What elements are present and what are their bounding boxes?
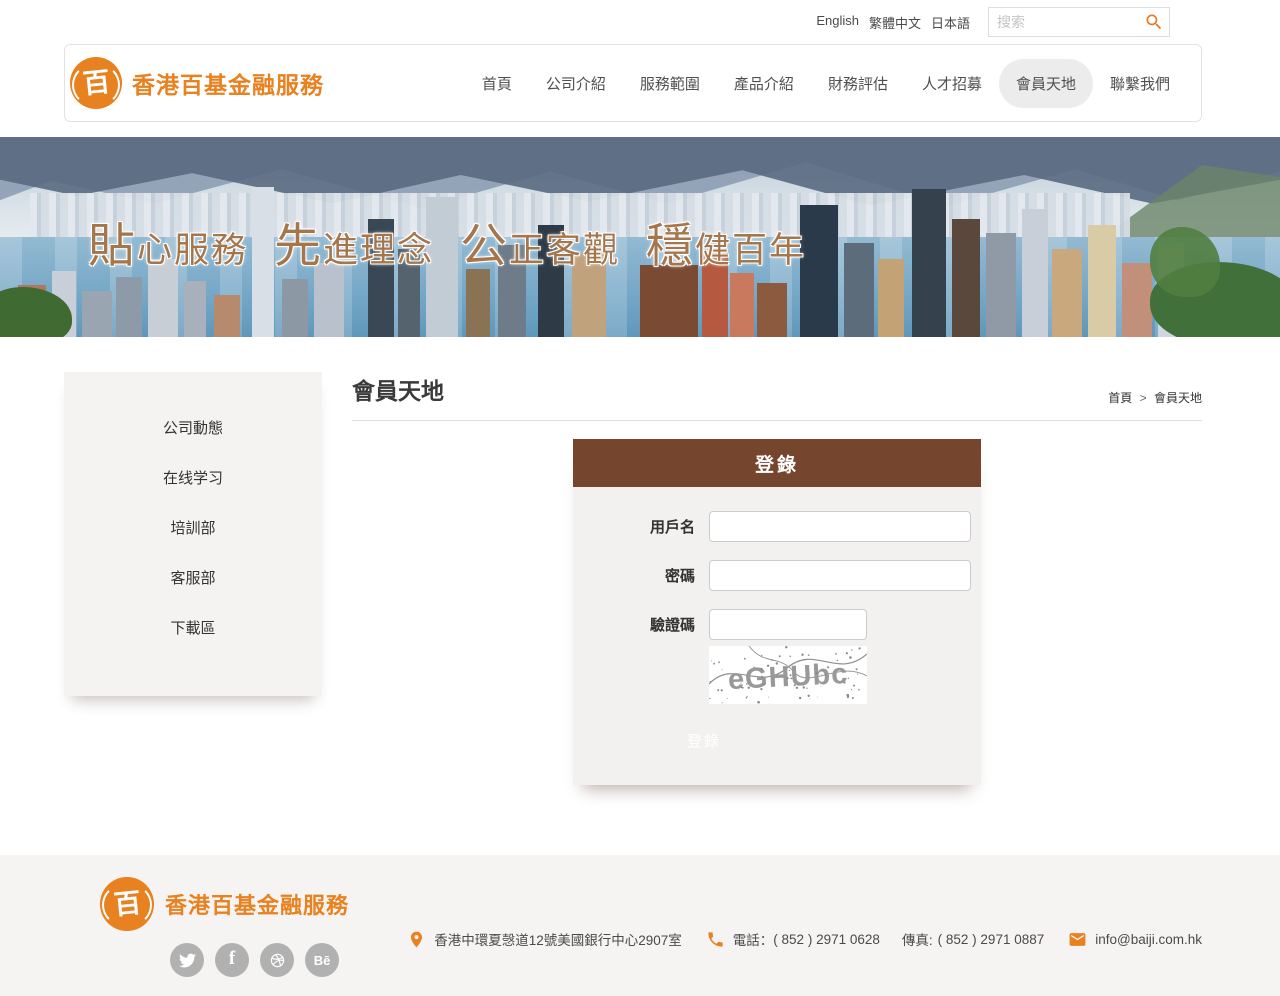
email-icon <box>1068 930 1087 949</box>
nav-home[interactable]: 首頁 <box>465 59 529 108</box>
login-submit-button[interactable]: 登錄 <box>687 730 721 751</box>
svg-text:eGHUbc: eGHUbc <box>727 658 849 696</box>
footer-phone: ( 852 ) 2971 0628 <box>773 932 880 947</box>
hero-banner: 貼心服務 先進理念 公正客觀 穩健百年 <box>0 137 1280 337</box>
login-panel-header: 登錄 <box>573 439 981 487</box>
footer-address: 香港中環夏愨道12號美國銀行中心2907室 <box>434 929 682 949</box>
footer-fax: ( 852 ) 2971 0887 <box>938 932 1045 947</box>
footer-brand-name: 香港百基金融服務 <box>165 888 349 920</box>
page-title: 會員天地 <box>352 372 444 406</box>
footer-logo-glyph: 百 <box>112 889 142 919</box>
nav-financial-assessment[interactable]: 財務評估 <box>811 59 905 108</box>
content-section: 會員天地 首頁 > 會員天地 登錄 用戶名 密碼 驗證碼 <box>352 372 1202 785</box>
social-links: f Bē <box>170 943 339 977</box>
location-pin-icon <box>407 930 426 949</box>
username-input[interactable] <box>709 511 971 542</box>
footer-fax-label: 傳真: <box>902 929 933 949</box>
footer: 百 香港百基金融服務 f Bē 香港中環夏愨道12號美國銀行中心2907室 電話… <box>0 855 1280 996</box>
twitter-icon[interactable] <box>170 943 204 977</box>
sidebar-item-training-dept[interactable]: 培訓部 <box>64 502 322 552</box>
nav-service-scope[interactable]: 服務範圍 <box>623 59 717 108</box>
footer-email[interactable]: info@baiji.com.hk <box>1095 932 1202 947</box>
captcha-row: 驗證碼 <box>573 609 981 640</box>
username-label: 用戶名 <box>573 516 695 537</box>
dribbble-icon[interactable] <box>260 943 294 977</box>
breadcrumb-home[interactable]: 首頁 <box>1108 391 1132 405</box>
top-bar: English 繁體中文 日本語 <box>0 0 1280 44</box>
nav-contact-us[interactable]: 聯繫我們 <box>1093 59 1187 108</box>
captcha-label: 驗證碼 <box>573 614 695 635</box>
breadcrumb-separator: > <box>1140 391 1147 405</box>
footer-brand-logo[interactable]: 百 香港百基金融服務 <box>100 877 349 931</box>
brand-logo-icon: 百 <box>70 57 122 109</box>
breadcrumb-current: 會員天地 <box>1154 391 1202 405</box>
slogan-segment: 穩健百年 <box>646 207 806 276</box>
slogan-segment: 先進理念 <box>274 207 434 276</box>
breadcrumb: 首頁 > 會員天地 <box>1108 389 1202 406</box>
username-row: 用戶名 <box>573 511 981 542</box>
nav-member-area[interactable]: 會員天地 <box>999 59 1093 108</box>
nav-recruitment[interactable]: 人才招募 <box>905 59 999 108</box>
password-row: 密碼 <box>573 560 981 591</box>
sidebar-item-customer-service[interactable]: 客服部 <box>64 552 322 602</box>
behance-icon[interactable]: Bē <box>305 943 339 977</box>
password-label: 密碼 <box>573 565 695 586</box>
main-nav: 首頁 公司介紹 服務範圍 產品介紹 財務評估 人才招募 會員天地 聯繫我們 <box>465 59 1187 108</box>
footer-phone-label: 電話： <box>733 929 774 949</box>
lang-traditional-chinese[interactable]: 繁體中文 <box>869 13 921 32</box>
language-switcher: English 繁體中文 日本語 <box>816 13 970 32</box>
footer-logo-icon: 百 <box>100 877 154 931</box>
nav-product-intro[interactable]: 產品介紹 <box>717 59 811 108</box>
search-box <box>988 7 1170 37</box>
search-icon[interactable] <box>1144 12 1164 32</box>
facebook-icon[interactable]: f <box>215 943 249 977</box>
slogan-segment: 貼心服務 <box>88 207 248 276</box>
captcha-image[interactable]: eGHUbc <box>709 646 867 704</box>
password-input[interactable] <box>709 560 971 591</box>
main-content-area: 公司動態 在线学习 培訓部 客服部 下載區 會員天地 首頁 > 會員天地 登錄 … <box>64 337 1202 855</box>
title-row: 會員天地 首頁 > 會員天地 <box>352 372 1202 421</box>
brand-logo[interactable]: 百 香港百基金融服務 <box>70 57 324 109</box>
sidebar: 公司動態 在线学习 培訓部 客服部 下載區 <box>64 372 322 696</box>
sidebar-item-downloads[interactable]: 下載區 <box>64 602 322 652</box>
search-input[interactable] <box>989 8 1137 36</box>
phone-icon <box>706 930 725 949</box>
site-header: 百 香港百基金融服務 首頁 公司介紹 服務範圍 產品介紹 財務評估 人才招募 會… <box>64 44 1202 122</box>
lang-english[interactable]: English <box>816 13 859 32</box>
login-panel-body: 用戶名 密碼 驗證碼 eGHUbc 登錄 <box>573 487 981 785</box>
logo-glyph: 百 <box>81 68 111 98</box>
sidebar-item-company-news[interactable]: 公司動態 <box>64 402 322 452</box>
login-panel: 登錄 用戶名 密碼 驗證碼 eGHUbc <box>573 439 981 785</box>
hero-slogan: 貼心服務 先進理念 公正客觀 穩健百年 <box>88 207 806 276</box>
footer-contact: 香港中環夏愨道12號美國銀行中心2907室 電話： ( 852 ) 2971 0… <box>407 929 1202 949</box>
sidebar-item-online-learning[interactable]: 在线学习 <box>64 452 322 502</box>
lang-japanese[interactable]: 日本語 <box>931 13 970 32</box>
captcha-input[interactable] <box>709 609 867 640</box>
brand-name: 香港百基金融服務 <box>132 66 324 100</box>
slogan-segment: 公正客觀 <box>460 207 620 276</box>
nav-company-intro[interactable]: 公司介紹 <box>529 59 623 108</box>
